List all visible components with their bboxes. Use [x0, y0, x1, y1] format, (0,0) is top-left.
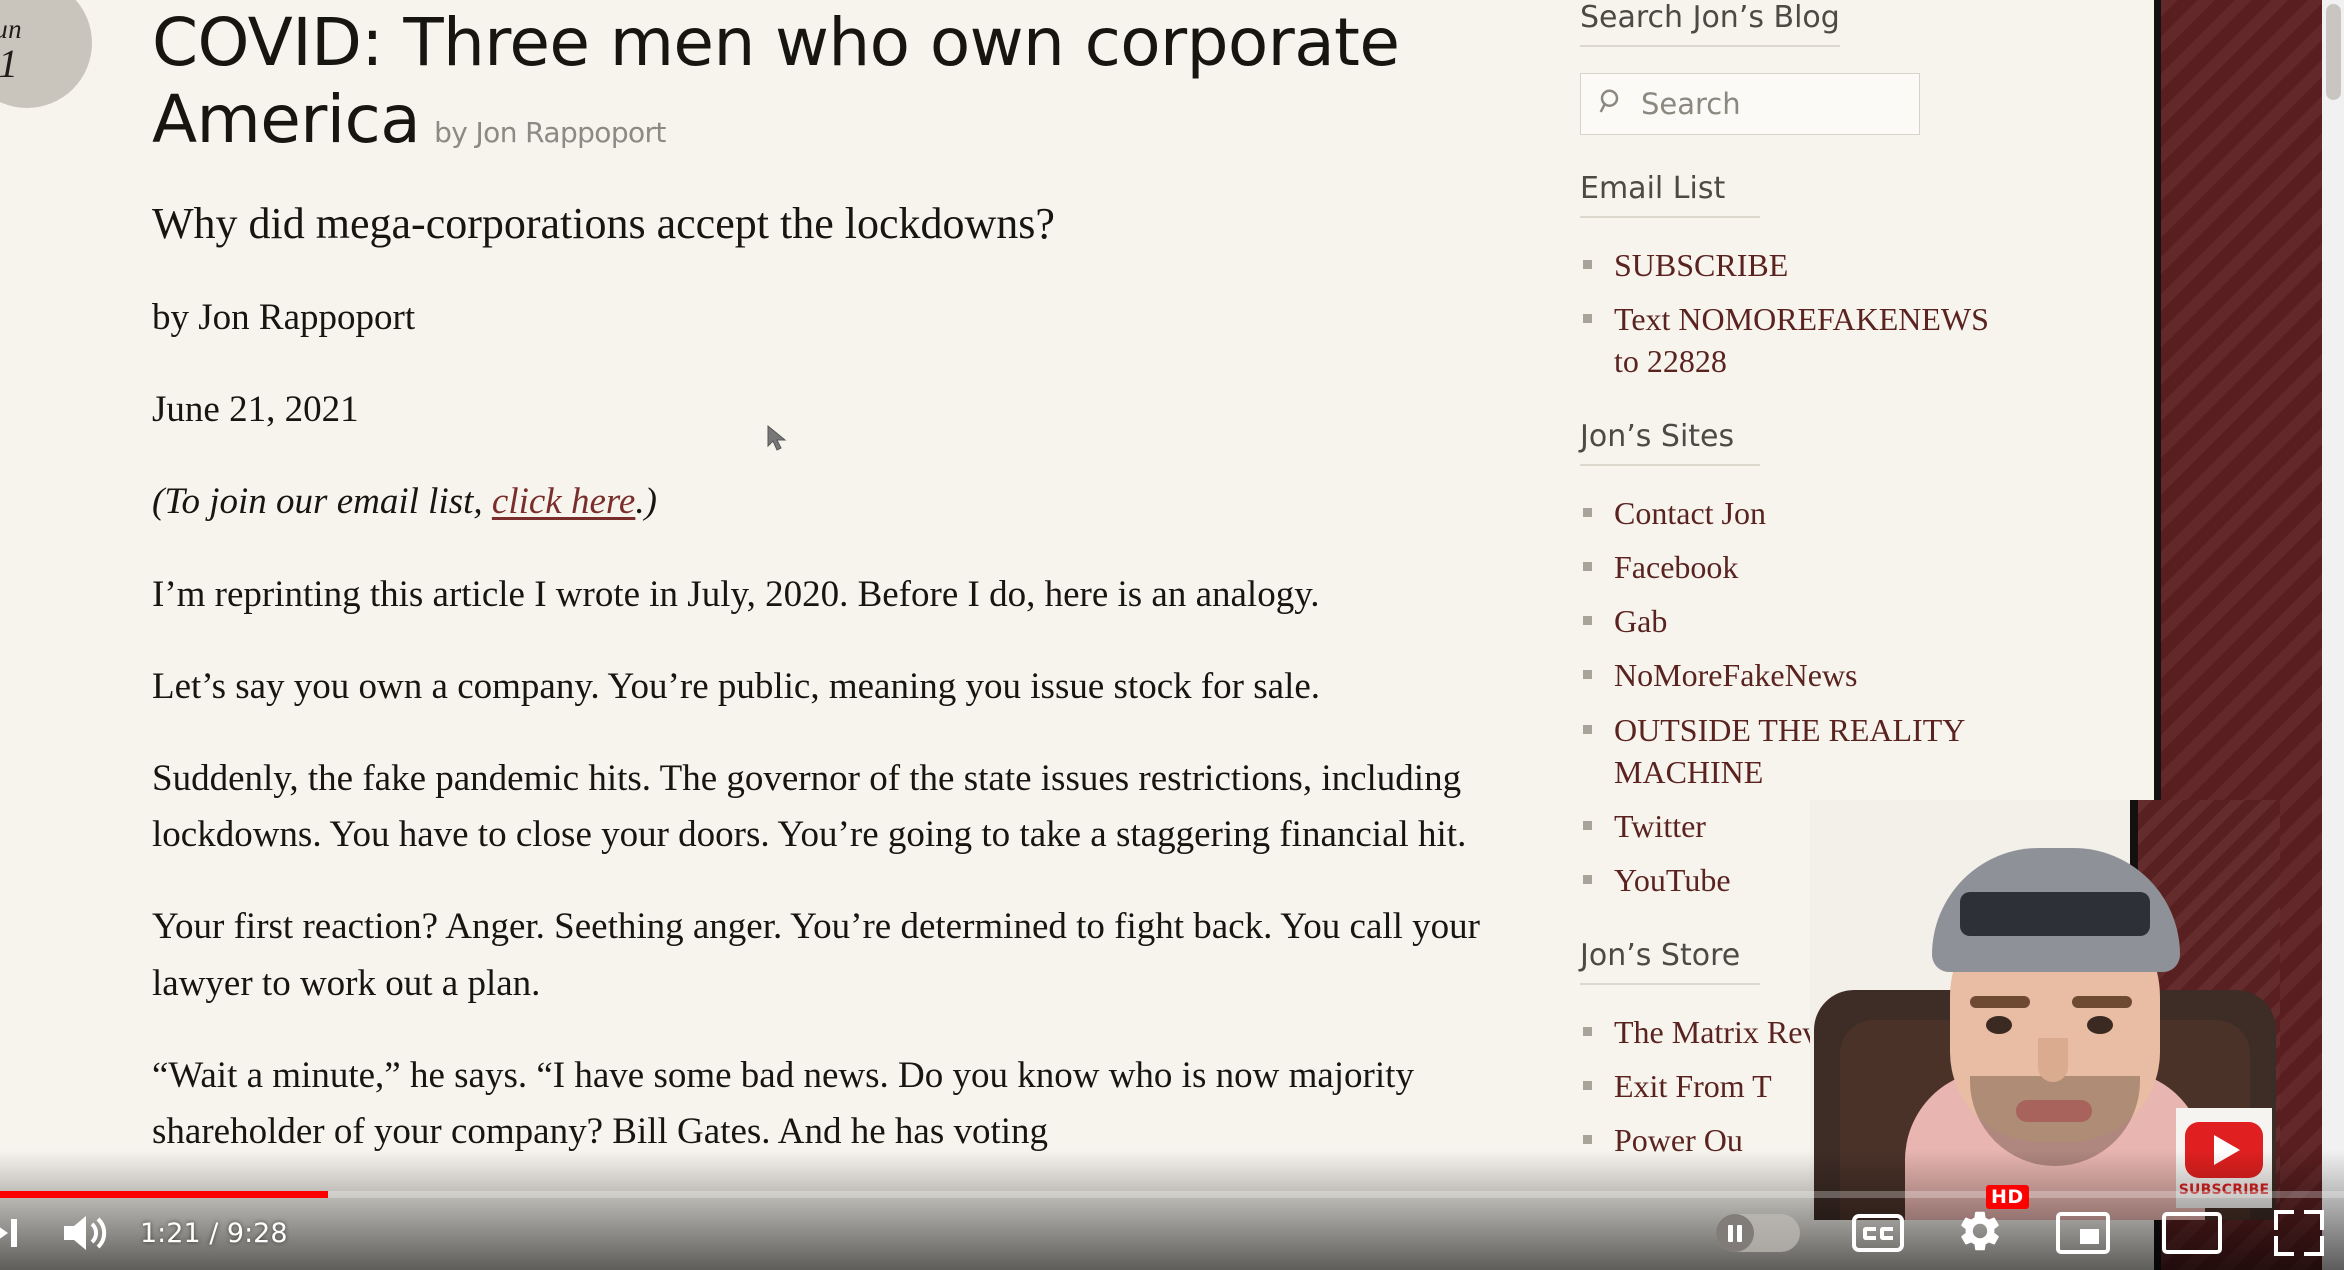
sidebar-link-contact-jon[interactable]: Contact Jon [1614, 495, 1766, 531]
gear-icon [1961, 1211, 1999, 1250]
sidebar-link-gab[interactable]: Gab [1614, 603, 1667, 639]
presenter-eye-right [2087, 1016, 2113, 1034]
list-item: OUTSIDE THE REALITY MACHINE [1580, 709, 2000, 793]
post-title-byline: by Jon Rappoport [434, 116, 666, 150]
miniplayer-icon [2080, 1229, 2099, 1244]
sidebar-link-youtube[interactable]: YouTube [1614, 862, 1731, 898]
scrollbar-thumb[interactable] [2326, 4, 2341, 100]
sidebar-link-the-matrix-revealed[interactable]: The Matrix Rev [1614, 1014, 1818, 1050]
theater-mode-button[interactable] [2162, 1212, 2222, 1254]
list-item: Text NOMOREFAKENEWS to 22828 [1580, 298, 2000, 382]
post-paragraph: Suddenly, the fake pandemic hits. The go… [152, 758, 1467, 856]
search-box[interactable] [1580, 73, 1920, 135]
hd-quality-badge: HD [1986, 1184, 2029, 1209]
presenter-eyebrow-right [2072, 996, 2132, 1008]
post-subheading: Why did mega-corporations accept the loc… [152, 199, 1055, 249]
post-paragraph: “Wait a minute,” he says. “I have some b… [152, 1054, 1414, 1153]
click-here-link[interactable]: click here [492, 481, 635, 522]
captions-icon [1863, 1226, 1876, 1240]
search-icon [1597, 87, 1627, 122]
pause-icon [1716, 1214, 1754, 1252]
volume-button[interactable] [58, 1210, 114, 1256]
presenter-eye-left [1986, 1016, 2012, 1034]
post-paragraph: Let’s say you own a company. You’re publ… [152, 665, 1321, 707]
sidebar-link-nomorefakenews[interactable]: NoMoreFakeNews [1614, 657, 1858, 693]
presenter-cap-band [1960, 892, 2150, 936]
sidebar-link-subscribe[interactable]: SUBSCRIBE [1614, 247, 1788, 283]
video-time-display: 1:21 / 9:28 [140, 1217, 288, 1249]
email-list-note: (To join our email list, click here.) [152, 474, 1482, 530]
captions-icon [1880, 1226, 1893, 1240]
email-list-widget: Email List SUBSCRIBE Text NOMOREFAKENEWS… [1580, 171, 2000, 383]
presenter-mouth [2016, 1100, 2092, 1122]
email-list-widget-title: Email List [1580, 171, 1760, 218]
search-input[interactable] [1641, 87, 1903, 121]
list-item: NoMoreFakeNews [1580, 654, 2000, 696]
settings-button[interactable]: HD [1956, 1184, 2029, 1260]
sidebar-link-twitter[interactable]: Twitter [1614, 808, 1706, 844]
list-item: Facebook [1580, 546, 2000, 588]
page-title: COVID: Three men who own corporate Ameri… [152, 0, 1482, 158]
list-item: Contact Jon [1580, 492, 2000, 534]
list-item: SUBSCRIBE [1580, 244, 2000, 286]
post-title-text: COVID: Three men who own corporate Ameri… [152, 4, 1400, 159]
jons-store-widget-title: Jon’s Store [1580, 938, 1760, 985]
post-author-line: by Jon Rappoport [152, 296, 416, 338]
email-note-suffix: .) [635, 481, 657, 523]
video-progress-played [0, 1191, 329, 1198]
post-paragraph: I’m reprinting this article I wrote in J… [152, 573, 1320, 615]
presenter-nose [2038, 1038, 2068, 1082]
page-scrollbar[interactable] [2322, 0, 2344, 1270]
player-controls-left: 1:21 / 9:28 [0, 1202, 288, 1264]
fullscreen-button[interactable] [2274, 1210, 2324, 1256]
sidebar-link-outside-the-reality-machine[interactable]: OUTSIDE THE REALITY MACHINE [1614, 712, 1964, 790]
search-widget-title: Search Jon’s Blog [1580, 0, 1840, 47]
sidebar-link-text-nomorefakenews[interactable]: Text NOMOREFAKENEWS to 22828 [1614, 301, 1989, 379]
miniplayer-button[interactable] [2056, 1212, 2110, 1254]
jons-sites-widget-title: Jon’s Sites [1580, 419, 1760, 466]
email-note-prefix: (To join our email list, [152, 481, 492, 523]
post-date-line: June 21, 2021 [152, 389, 359, 431]
player-controls-right: HD [1716, 1184, 2324, 1264]
presenter-eyebrow-left [1970, 996, 2030, 1008]
email-list-links: SUBSCRIBE Text NOMOREFAKENEWS to 22828 [1580, 244, 2000, 383]
article-column: COVID: Three men who own corporate Ameri… [152, 0, 1482, 1160]
captions-button[interactable] [1852, 1214, 1904, 1252]
search-widget: Search Jon’s Blog [1580, 0, 2000, 135]
sidebar-link-facebook[interactable]: Facebook [1614, 549, 1738, 585]
youtube-video-player: Jun 21 COVID: Three men who own corporat… [0, 0, 2344, 1270]
post-paragraph: Your first reaction? Anger. Seething ang… [152, 906, 1481, 1004]
post-date-day: 21 [0, 41, 18, 86]
autoplay-toggle[interactable] [1716, 1214, 1800, 1252]
list-item: Gab [1580, 600, 2000, 642]
next-video-button[interactable] [0, 1213, 32, 1253]
sidebar-link-exit-from-the-matrix[interactable]: Exit From T [1614, 1068, 1772, 1104]
